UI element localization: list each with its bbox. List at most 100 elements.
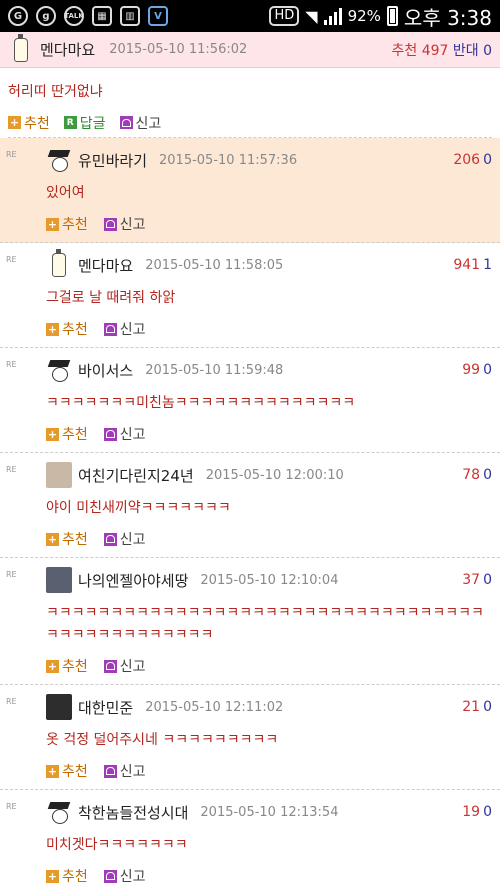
hd-badge: HD xyxy=(269,6,300,26)
report-label: 신고 xyxy=(119,532,146,548)
re-icon: RE xyxy=(6,360,17,369)
report-label: 신고 xyxy=(119,659,146,675)
comment-up-count: 941 xyxy=(453,257,481,273)
comment-up-count: 19 xyxy=(462,804,481,820)
comment-header: 나의엔젤아야세땅 2015-05-10 12:10:04 37 0 xyxy=(46,566,492,594)
report-button[interactable]: 신고 xyxy=(103,214,146,234)
comment-text: 있어여 xyxy=(46,185,85,201)
comment-votes: 941 1 xyxy=(453,257,492,273)
battery-percent: 92% xyxy=(347,7,381,25)
comment-author[interactable]: 착한놈들전성시대 xyxy=(78,802,188,823)
comment-votes: 37 0 xyxy=(462,572,492,588)
comment-author[interactable]: 유민바라기 xyxy=(78,150,147,171)
comment-author[interactable]: 멘다마요 xyxy=(78,255,133,276)
comment-list: RE 유민바라기 2015-05-10 11:57:36 206 0 있어여 + 추천 신고 RE… xyxy=(0,138,500,884)
comment-date: 2015-05-10 12:13:54 xyxy=(200,804,339,820)
post-author[interactable]: 멘다마요 xyxy=(40,39,95,60)
report-label: 신고 xyxy=(119,764,146,780)
report-button[interactable]: 신고 xyxy=(103,529,146,549)
comment-up-count: 21 xyxy=(462,699,481,715)
report-icon xyxy=(103,217,117,231)
recommend-button[interactable]: + 추천 xyxy=(46,214,88,234)
report-icon xyxy=(103,869,117,883)
clock: 오후 3:38 xyxy=(403,5,492,30)
recommend-button[interactable]: + 추천 xyxy=(46,761,88,781)
re-icon: RE xyxy=(6,802,17,811)
comment-down-count: 0 xyxy=(483,467,492,483)
plus-icon: + xyxy=(46,659,59,673)
report-button[interactable]: 신고 xyxy=(103,656,146,676)
comment-text: ㅋㅋㅋㅋㅋㅋㅋ미친놈ㅋㅋㅋㅋㅋㅋㅋㅋㅋㅋㅋㅋㅋㅋ xyxy=(46,395,356,411)
comment-header: 착한놈들전성시대 2015-05-10 12:13:54 19 0 xyxy=(46,798,492,826)
recommend-label: 추천 xyxy=(62,217,88,233)
recommend-label: 추천 xyxy=(62,869,88,884)
comment-row: RE 유민바라기 2015-05-10 11:57:36 206 0 있어여 + 추천 신고 xyxy=(0,138,500,243)
comment-date: 2015-05-10 12:10:04 xyxy=(200,572,339,588)
comment-votes: 78 0 xyxy=(462,467,492,483)
comment-author[interactable]: 바이서스 xyxy=(78,360,133,381)
plus-icon: + xyxy=(8,116,21,129)
post-date: 2015-05-10 11:56:02 xyxy=(109,42,248,57)
recommend-button[interactable]: + 추천 xyxy=(46,319,88,339)
report-button[interactable]: 신고 xyxy=(103,761,146,781)
report-icon xyxy=(103,659,117,673)
re-icon: RE xyxy=(6,570,17,579)
report-button[interactable]: 신고 xyxy=(103,424,146,444)
plus-icon: + xyxy=(46,764,59,778)
reply-button[interactable]: R 답글 xyxy=(63,113,106,133)
recommend-button[interactable]: + 추천 xyxy=(46,424,88,444)
recommend-button[interactable]: + 추천 xyxy=(46,529,88,549)
comment-row: RE 대한민준 2015-05-10 12:11:02 21 0 옷 걱정 덜어주시네 ㅋ… xyxy=(0,685,500,790)
comment-author[interactable]: 대한민준 xyxy=(78,697,133,718)
v-icon: V xyxy=(148,6,168,26)
report-button[interactable]: 신고 xyxy=(103,866,146,884)
comment-date: 2015-05-10 11:58:05 xyxy=(145,257,284,273)
comment-actions: + 추천 신고 xyxy=(46,212,492,236)
comment-down-count: 0 xyxy=(483,572,492,588)
wifi-icon: ◥ xyxy=(305,6,318,26)
comment-actions: + 추천 신고 xyxy=(46,864,492,884)
photo-avatar-icon xyxy=(46,567,72,593)
talk-icon: TALK xyxy=(64,6,84,26)
comment-date: 2015-05-10 12:00:10 xyxy=(205,467,344,483)
comment-header: 대한민준 2015-05-10 12:11:02 21 0 xyxy=(46,693,492,721)
report-label: 신고 xyxy=(119,427,146,443)
re-icon: RE xyxy=(6,697,17,706)
comment-text: 미치겟다ㅋㅋㅋㅋㅋㅋㅋ xyxy=(46,837,188,853)
post-header: 멘다마요 2015-05-10 11:56:02 추천 497 반대 0 xyxy=(0,32,500,68)
circle-g-icon: g xyxy=(36,6,56,26)
report-icon xyxy=(119,116,133,129)
post-oppose-count: 반대 0 xyxy=(452,42,492,59)
report-button[interactable]: 신고 xyxy=(103,319,146,339)
recommend-button[interactable]: + 추천 xyxy=(46,866,88,884)
post-recommend-count: 추천 497 xyxy=(391,42,449,59)
comment-text: 야이 미친새끼약ㅋㅋㅋㅋㅋㅋㅋ xyxy=(46,500,231,516)
mortarboard-avatar-icon xyxy=(46,357,72,383)
report-icon xyxy=(103,427,117,441)
report-button[interactable]: 신고 xyxy=(119,113,161,133)
comment-author[interactable]: 여친기다린지24년 xyxy=(78,465,194,486)
comment-down-count: 0 xyxy=(483,362,492,378)
comment-votes: 21 0 xyxy=(462,699,492,715)
report-icon xyxy=(103,764,117,778)
reply-label: 답글 xyxy=(79,115,106,132)
image-icon: ▦ xyxy=(92,6,112,26)
recommend-label: 추천 xyxy=(62,764,88,780)
comment-down-count: 0 xyxy=(483,804,492,820)
battery-icon xyxy=(386,6,398,26)
post-text: 허리띠 딴거없냐 xyxy=(8,84,103,100)
recommend-label: 추천 xyxy=(62,427,88,443)
plus-icon: + xyxy=(46,217,59,231)
comment-actions: + 추천 신고 xyxy=(46,422,492,446)
comment-actions: + 추천 신고 xyxy=(46,527,492,551)
comment-row: RE 착한놈들전성시대 2015-05-10 12:13:54 19 0 미치겟다ㅋㅋㅋㅋ… xyxy=(0,790,500,884)
recommend-label: 추천 xyxy=(62,322,88,338)
comment-votes: 99 0 xyxy=(462,362,492,378)
report-label: 신고 xyxy=(119,869,146,884)
comment-author[interactable]: 나의엔젤아야세땅 xyxy=(78,570,188,591)
signal-icon xyxy=(323,7,342,25)
plus-icon: + xyxy=(46,869,59,883)
recommend-button[interactable]: + 추천 xyxy=(46,656,88,676)
comment-date: 2015-05-10 11:57:36 xyxy=(159,152,298,168)
recommend-button[interactable]: + 추천 xyxy=(8,113,50,133)
